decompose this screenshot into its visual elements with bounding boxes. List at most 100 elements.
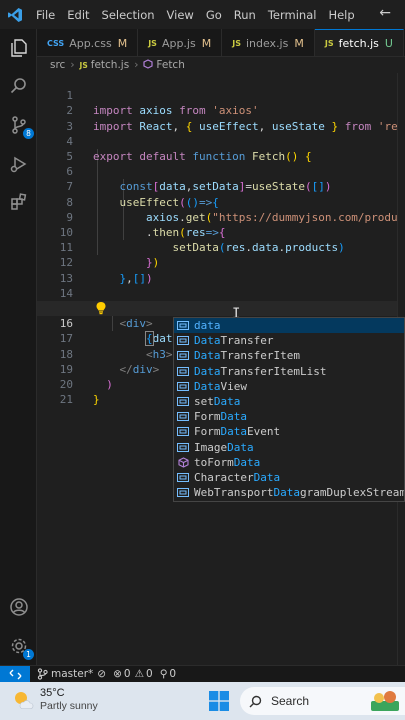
breadcrumb: src › JS fetch.js › Fetch (37, 57, 405, 73)
git-branch-icon (37, 668, 48, 680)
suggestion-item[interactable]: FormData (174, 409, 404, 424)
source-control-icon[interactable]: 8 (6, 112, 34, 139)
suggestion-label: FormData (194, 410, 247, 424)
suggestion-item[interactable]: WebTransportDatagramDuplexStream (174, 485, 404, 500)
suggestion-item[interactable]: ImageData (174, 440, 404, 455)
css-file-icon: CSS (47, 38, 65, 48)
account-icon[interactable] (6, 594, 32, 620)
code-line: 8 axios.get("https://dummyjson.com/produ… (37, 179, 405, 224)
menu-edit[interactable]: Edit (61, 8, 95, 22)
taskbar-search-box[interactable]: Search (240, 687, 405, 715)
tab-label: App.js (161, 36, 196, 50)
js-file-icon: JS (148, 38, 157, 48)
js-file-icon: JS (79, 60, 88, 70)
menu-view[interactable]: View (161, 8, 200, 22)
suggestion-label: DataTransfer (194, 334, 274, 348)
problems-status[interactable]: ⊗ 0 ⚠ 0 (113, 668, 153, 680)
autocomplete-suggestions: data DataTransfer DataTransferItem DataT… (173, 317, 405, 502)
suggestion-label: setData (194, 395, 241, 409)
menu-help[interactable]: Help (322, 8, 360, 22)
search-highlight-icon (369, 689, 401, 716)
menu-selection[interactable]: Selection (96, 8, 161, 22)
extensions-icon[interactable] (6, 189, 32, 215)
tab-modified-status: M (117, 36, 128, 50)
ports-count: 0 (169, 668, 177, 680)
suggestion-label: WebTransportDatagramDuplexStream (194, 486, 405, 500)
code-text: } (93, 393, 100, 407)
variable-icon (177, 336, 189, 346)
suggestion-item[interactable]: data (174, 318, 404, 334)
menu-terminal[interactable]: Terminal (262, 8, 323, 22)
suggestion-label: FormDataEvent (194, 425, 281, 439)
tab-app-css[interactable]: CSS App.css M (37, 29, 139, 56)
suggestion-item[interactable]: DataView (174, 379, 404, 394)
suggestion-label: DataTransferItemList (194, 364, 327, 378)
activity-bar: 8 1 (0, 29, 37, 665)
js-file-icon: JS (324, 39, 334, 48)
partly-sunny-icon (15, 692, 34, 709)
variable-icon (177, 321, 189, 331)
code-line: 12 },[]) (59, 256, 153, 285)
variable-icon (177, 351, 189, 361)
manage-gear-icon[interactable]: 1 (6, 633, 34, 660)
menu-run[interactable]: Run (228, 8, 262, 22)
code-line: 6 const[data,setData]=useState([]) (66, 165, 332, 194)
tab-label: App.css (69, 36, 112, 50)
suggestion-item[interactable]: CharacterData (174, 470, 404, 485)
code-line: 13 (59, 271, 73, 285)
code-line: 14 return ( (37, 271, 405, 315)
code-line-current: 16 {data (37, 301, 405, 347)
chevron-right-icon: › (134, 59, 139, 71)
tab-fetch-js[interactable]: JS fetch.js U (314, 29, 404, 56)
code-line: 7 useEffect(()=>{ (66, 180, 219, 209)
method-icon (177, 457, 189, 468)
warning-count: 0 (146, 668, 153, 680)
lightbulb-icon[interactable] (95, 301, 107, 318)
suggestion-label: DataView (194, 379, 247, 393)
run-debug-icon[interactable] (6, 151, 32, 177)
error-count: 0 (123, 668, 131, 680)
remote-icon[interactable] (0, 665, 30, 683)
weather-widget[interactable]: 35°C Partly sunny (12, 687, 98, 713)
code-line: 4 export default function Fetch() { (66, 134, 312, 163)
menu-file[interactable]: File (30, 8, 61, 22)
breadcrumb-file[interactable]: fetch.js (91, 59, 129, 71)
suggestion-item[interactable]: DataTransfer (174, 333, 404, 348)
suggestion-label: DataTransferItem (194, 349, 300, 363)
code-line: 15 <div> (37, 286, 405, 330)
status-bar: master* ⊘ ⊗ 0 ⚠ 0 ⚲ 0 (0, 665, 405, 683)
ports-status[interactable]: ⚲ 0 (160, 668, 176, 680)
code-line: 5 (66, 150, 73, 163)
code-line: 1 import axios from 'axios' (66, 89, 259, 118)
tab-index-js[interactable]: JS index.js M (222, 29, 315, 56)
code-line: 10 setData(res.data.products) (59, 226, 345, 255)
windows-start-icon[interactable] (209, 691, 229, 716)
source-control-badge: 8 (23, 128, 34, 139)
breadcrumb-symbol[interactable]: Fetch (156, 59, 184, 71)
js-file-icon: JS (232, 38, 241, 48)
tab-app-js[interactable]: JS App.js M (138, 29, 223, 56)
variable-icon (177, 472, 189, 482)
tab-label: index.js (245, 36, 289, 50)
sync-icon[interactable]: ⊘ (97, 668, 106, 680)
back-arrow-icon[interactable]: ← (379, 5, 391, 21)
variable-icon (177, 427, 189, 437)
variable-icon (177, 381, 189, 391)
search-placeholder: Search (271, 694, 310, 708)
suggestion-label: CharacterData (194, 470, 281, 484)
branch-status[interactable]: master* ⊘ (37, 668, 106, 680)
breadcrumb-folder[interactable]: src (50, 59, 65, 71)
explorer-icon[interactable] (6, 35, 32, 61)
weather-condition: Partly sunny (40, 700, 98, 712)
suggestion-item[interactable]: toFormData (174, 455, 404, 470)
weather-temperature: 35°C (40, 687, 65, 699)
menu-go[interactable]: Go (200, 8, 228, 22)
suggestion-item[interactable]: FormDataEvent (174, 424, 404, 439)
suggestion-item[interactable]: DataTransferItemList (174, 364, 404, 379)
branch-name: master* (51, 668, 94, 680)
code-line: 11 }) (59, 241, 160, 270)
editor-tabs: CSS App.css M JS App.js M JS index.js M … (37, 29, 405, 57)
suggestion-item[interactable]: DataTransferItem (174, 348, 404, 363)
suggestion-item[interactable]: setData (174, 394, 404, 409)
search-icon[interactable] (6, 73, 32, 99)
